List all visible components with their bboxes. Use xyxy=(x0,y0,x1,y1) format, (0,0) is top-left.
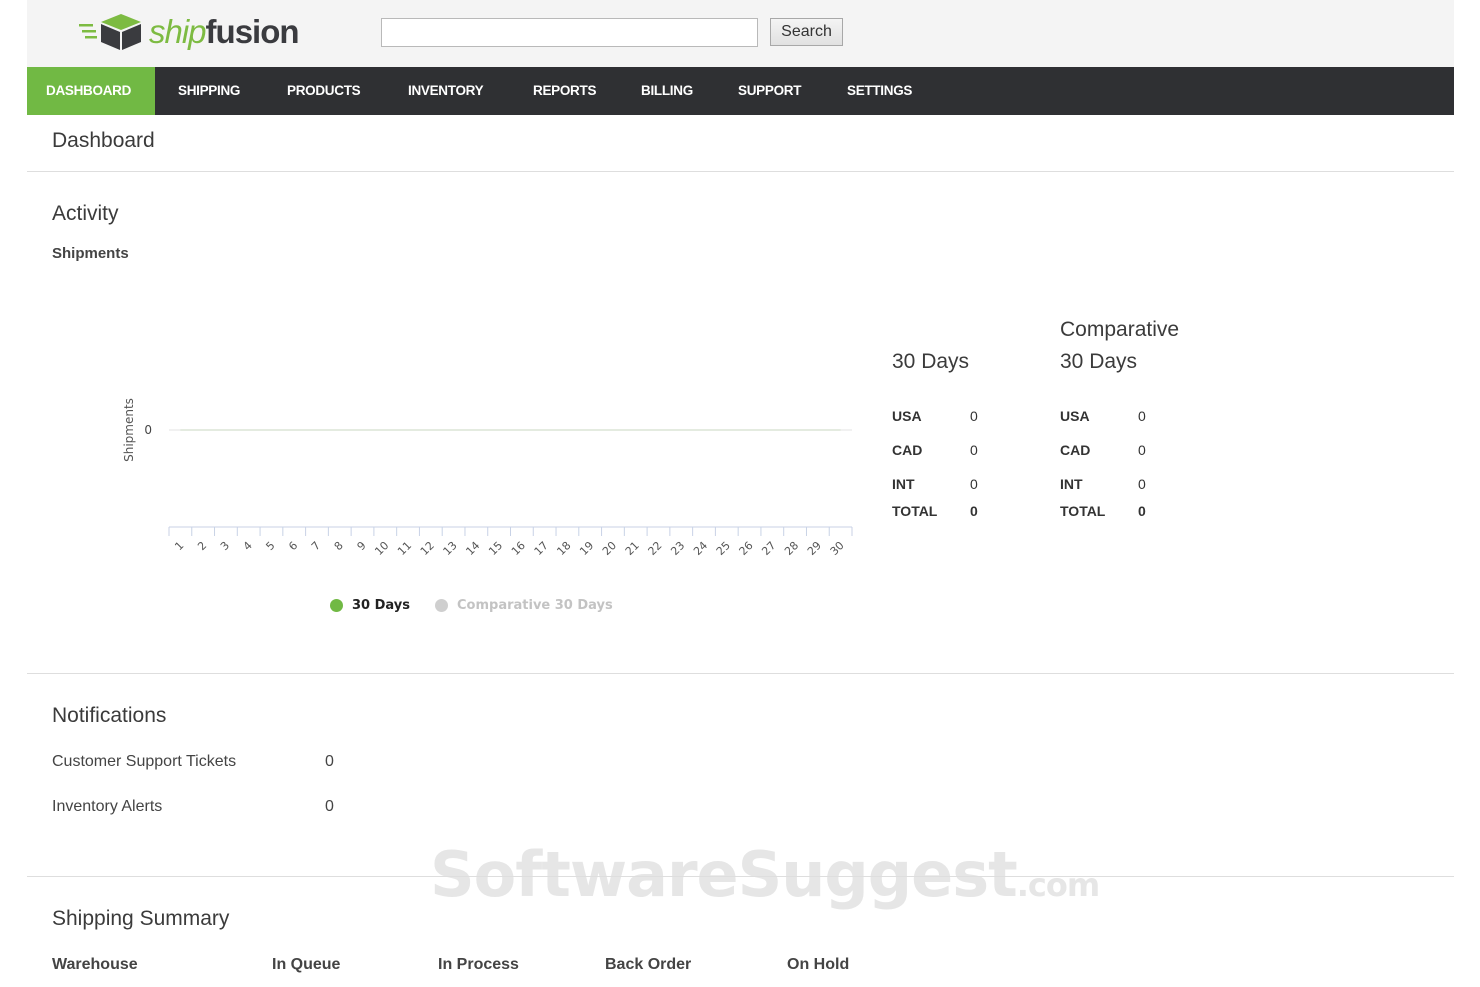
x-tick-label: 14 xyxy=(463,539,482,558)
stats-title: Comparative xyxy=(1060,318,1180,341)
section-divider xyxy=(27,876,1454,877)
x-tick-label: 20 xyxy=(600,539,619,558)
column-header-warehouse[interactable]: Warehouse xyxy=(52,956,138,974)
search-input[interactable] xyxy=(381,18,758,47)
x-tick-label: 19 xyxy=(577,539,596,558)
notification-count: 0 xyxy=(325,798,334,815)
search-button[interactable]: Search xyxy=(770,18,843,46)
notification-label: Inventory Alerts xyxy=(52,798,163,815)
x-tick-label: 10 xyxy=(372,539,391,558)
activity-heading: Activity xyxy=(52,202,119,225)
top-bar: shipfusion Search xyxy=(27,0,1454,67)
nav-item-settings[interactable]: SETTINGS xyxy=(825,67,945,115)
legend-item-30-days[interactable]: 30 Days xyxy=(330,598,410,613)
nav-item-dashboard[interactable]: DASHBOARD xyxy=(27,67,155,115)
section-divider xyxy=(27,673,1454,674)
shipments-chart: Shipments 01 2 3 4 5 6 7 8 9 10 11 12 13 14 15 16 17 18 19 2… xyxy=(122,398,853,558)
x-tick-label: 2 xyxy=(195,539,209,553)
x-tick-label: 9 xyxy=(354,539,368,553)
x-tick-label: 18 xyxy=(554,539,573,558)
notification-count: 0 xyxy=(325,753,334,770)
x-tick-label: 6 xyxy=(286,539,300,553)
x-tick-label: 5 xyxy=(263,539,277,553)
x-tick-label: 15 xyxy=(486,539,505,558)
x-tick-label: 3 xyxy=(218,539,232,553)
softwaresuggest-watermark: SoftwareSuggest.com xyxy=(430,838,1100,911)
x-tick-label: 27 xyxy=(759,539,778,558)
column-header-on-hold[interactable]: On Hold xyxy=(787,956,849,974)
x-tick-label: 7 xyxy=(309,539,323,553)
x-tick-label: 22 xyxy=(646,539,665,558)
dashboard-page: shipfusion Search DASHBOARD SHIPPING PRO… xyxy=(27,0,1454,987)
nav-item-products[interactable]: PRODUCTS xyxy=(264,67,386,115)
y-tick-label: 0 xyxy=(144,423,152,437)
x-tick-label: 24 xyxy=(691,539,710,558)
shipfusion-logo[interactable]: shipfusion xyxy=(79,12,300,52)
x-tick-label: 16 xyxy=(509,539,528,558)
page-title: Dashboard xyxy=(52,129,155,152)
x-tick-label: 29 xyxy=(805,539,824,558)
stats-title: 30 Days xyxy=(1060,350,1138,373)
y-axis-label: Shipments xyxy=(122,398,136,462)
x-tick-label: 12 xyxy=(418,539,437,558)
notification-label: Customer Support Tickets xyxy=(52,753,237,770)
main-nav: DASHBOARD SHIPPING PRODUCTS INVENTORY RE… xyxy=(27,67,1454,115)
x-tick-label: 17 xyxy=(532,539,551,558)
x-tick-label: 4 xyxy=(241,539,255,553)
x-tick-label: 8 xyxy=(332,539,346,553)
legend-item-comparative[interactable]: Comparative 30 Days xyxy=(435,598,613,613)
x-tick-label: 21 xyxy=(623,539,642,558)
x-tick-label: 28 xyxy=(782,539,801,558)
section-divider xyxy=(27,171,1454,172)
legend-dot-icon xyxy=(435,599,448,612)
column-header-in-process[interactable]: In Process xyxy=(438,956,519,974)
nav-item-shipping[interactable]: SHIPPING xyxy=(155,67,264,115)
nav-item-support[interactable]: SUPPORT xyxy=(716,67,825,115)
x-tick-label: 30 xyxy=(828,539,847,558)
column-header-in-queue[interactable]: In Queue xyxy=(272,956,340,974)
x-tick-label: 11 xyxy=(395,539,414,558)
x-tick-label: 1 xyxy=(172,539,186,553)
box-logo-icon xyxy=(79,14,141,50)
stats-title: 30 Days xyxy=(892,350,970,373)
x-tick-label: 23 xyxy=(668,539,687,558)
legend-label: 30 Days xyxy=(352,598,410,613)
notifications-heading: Notifications xyxy=(52,704,167,727)
legend-dot-icon xyxy=(330,599,343,612)
nav-item-reports[interactable]: REPORTS xyxy=(511,67,619,115)
x-tick-label: 25 xyxy=(714,539,733,558)
column-header-back-order[interactable]: Back Order xyxy=(605,956,691,974)
x-tick-label: 26 xyxy=(737,539,756,558)
chart-legend: 30 Days Comparative 30 Days xyxy=(330,598,638,613)
shipping-summary-heading: Shipping Summary xyxy=(52,907,230,930)
x-tick-label: 13 xyxy=(441,539,460,558)
shipments-subheading: Shipments xyxy=(52,245,129,262)
legend-label: Comparative 30 Days xyxy=(457,598,613,613)
nav-item-billing[interactable]: BILLING xyxy=(619,67,716,115)
nav-item-inventory[interactable]: INVENTORY xyxy=(386,67,511,115)
